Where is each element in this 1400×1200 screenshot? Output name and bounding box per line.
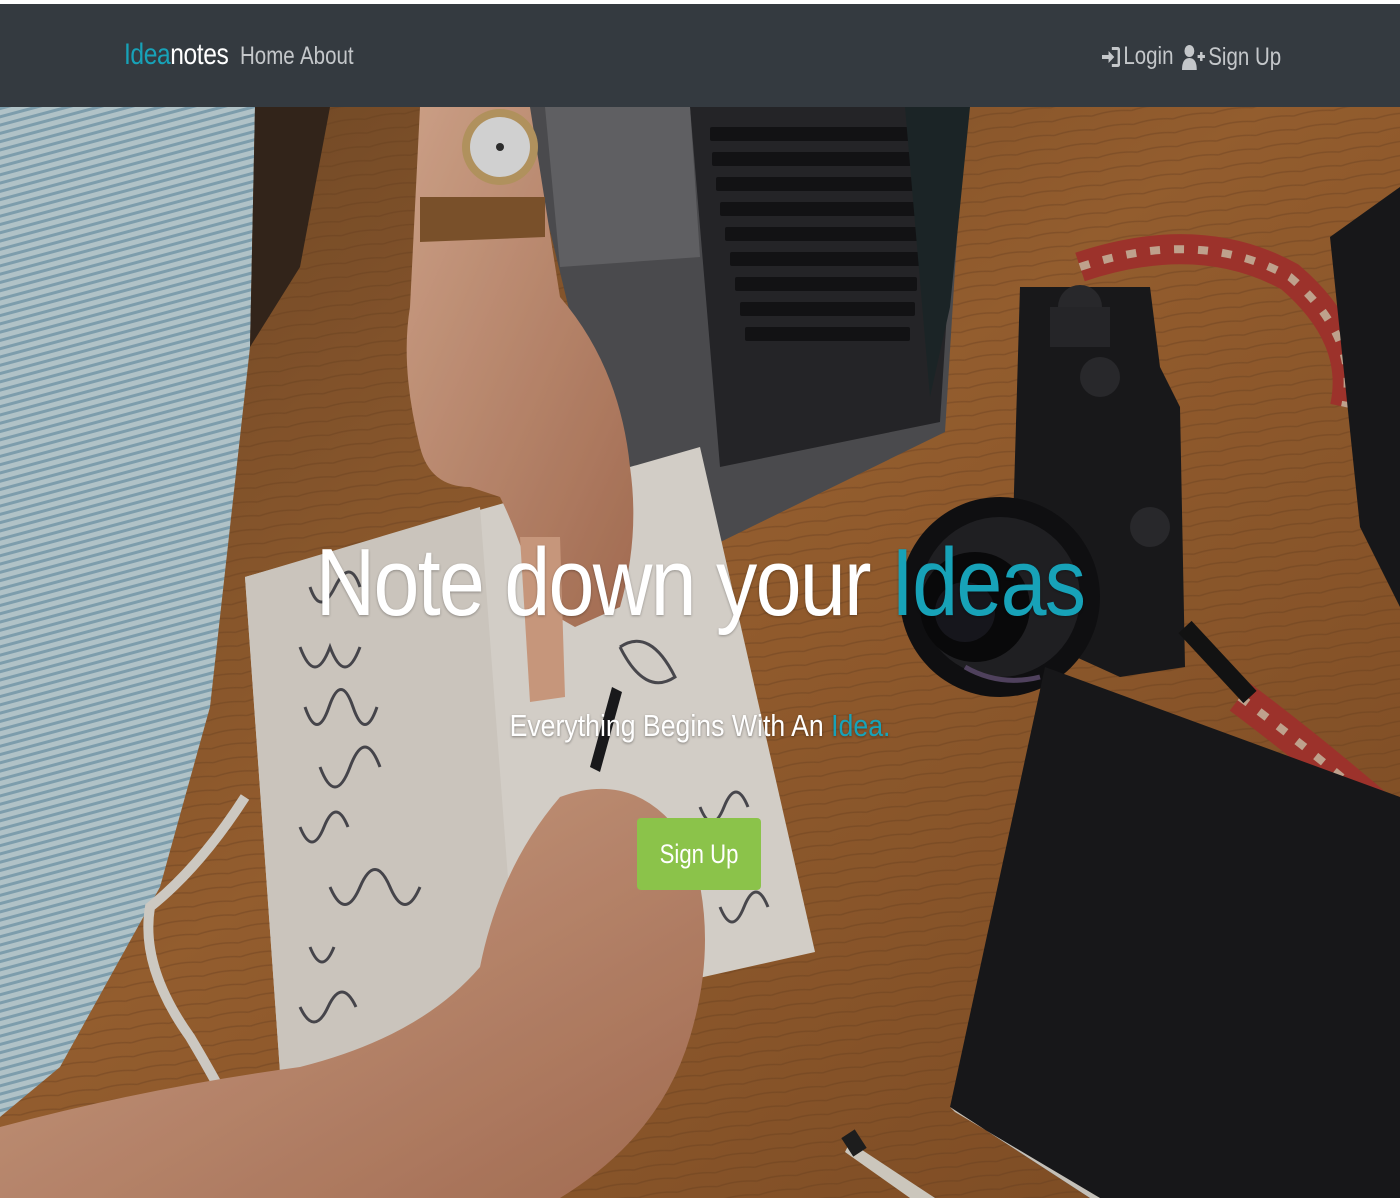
nav-signup-link[interactable]: Sign Up bbox=[1182, 44, 1281, 70]
hero-signup-label: Sign Up bbox=[659, 838, 739, 869]
hero-signup-button[interactable]: Sign Up bbox=[637, 818, 761, 890]
sign-in-icon bbox=[1102, 46, 1121, 67]
nav-login-link[interactable]: Login bbox=[1102, 44, 1173, 69]
hero-title-main: Note down your bbox=[315, 529, 892, 636]
hero-subtitle-main: Everything Begins With An bbox=[509, 708, 832, 743]
brand-idea: Idea bbox=[124, 38, 171, 71]
hero-title: Note down your Ideas bbox=[98, 535, 1302, 631]
hero-title-accent: Ideas bbox=[891, 529, 1086, 636]
user-plus-icon bbox=[1182, 45, 1205, 70]
hero-overlay bbox=[0, 107, 1400, 1198]
nav-login-label: Login bbox=[1123, 42, 1174, 70]
brand-logo[interactable]: Ideanotes bbox=[124, 38, 229, 71]
nav-signup-label: Sign Up bbox=[1208, 42, 1282, 71]
brand-notes: notes bbox=[170, 38, 229, 71]
hero-section: Note down your Ideas Everything Begins W… bbox=[0, 107, 1400, 1198]
nav-home-link[interactable]: Home bbox=[240, 44, 295, 69]
navbar: Ideanotes Home About Login Sign Up bbox=[0, 4, 1400, 107]
nav-about-link[interactable]: About bbox=[300, 44, 354, 69]
hero-subtitle-accent: Idea. bbox=[831, 708, 891, 743]
hero-subtitle: Everything Begins With An Idea. bbox=[98, 710, 1302, 741]
